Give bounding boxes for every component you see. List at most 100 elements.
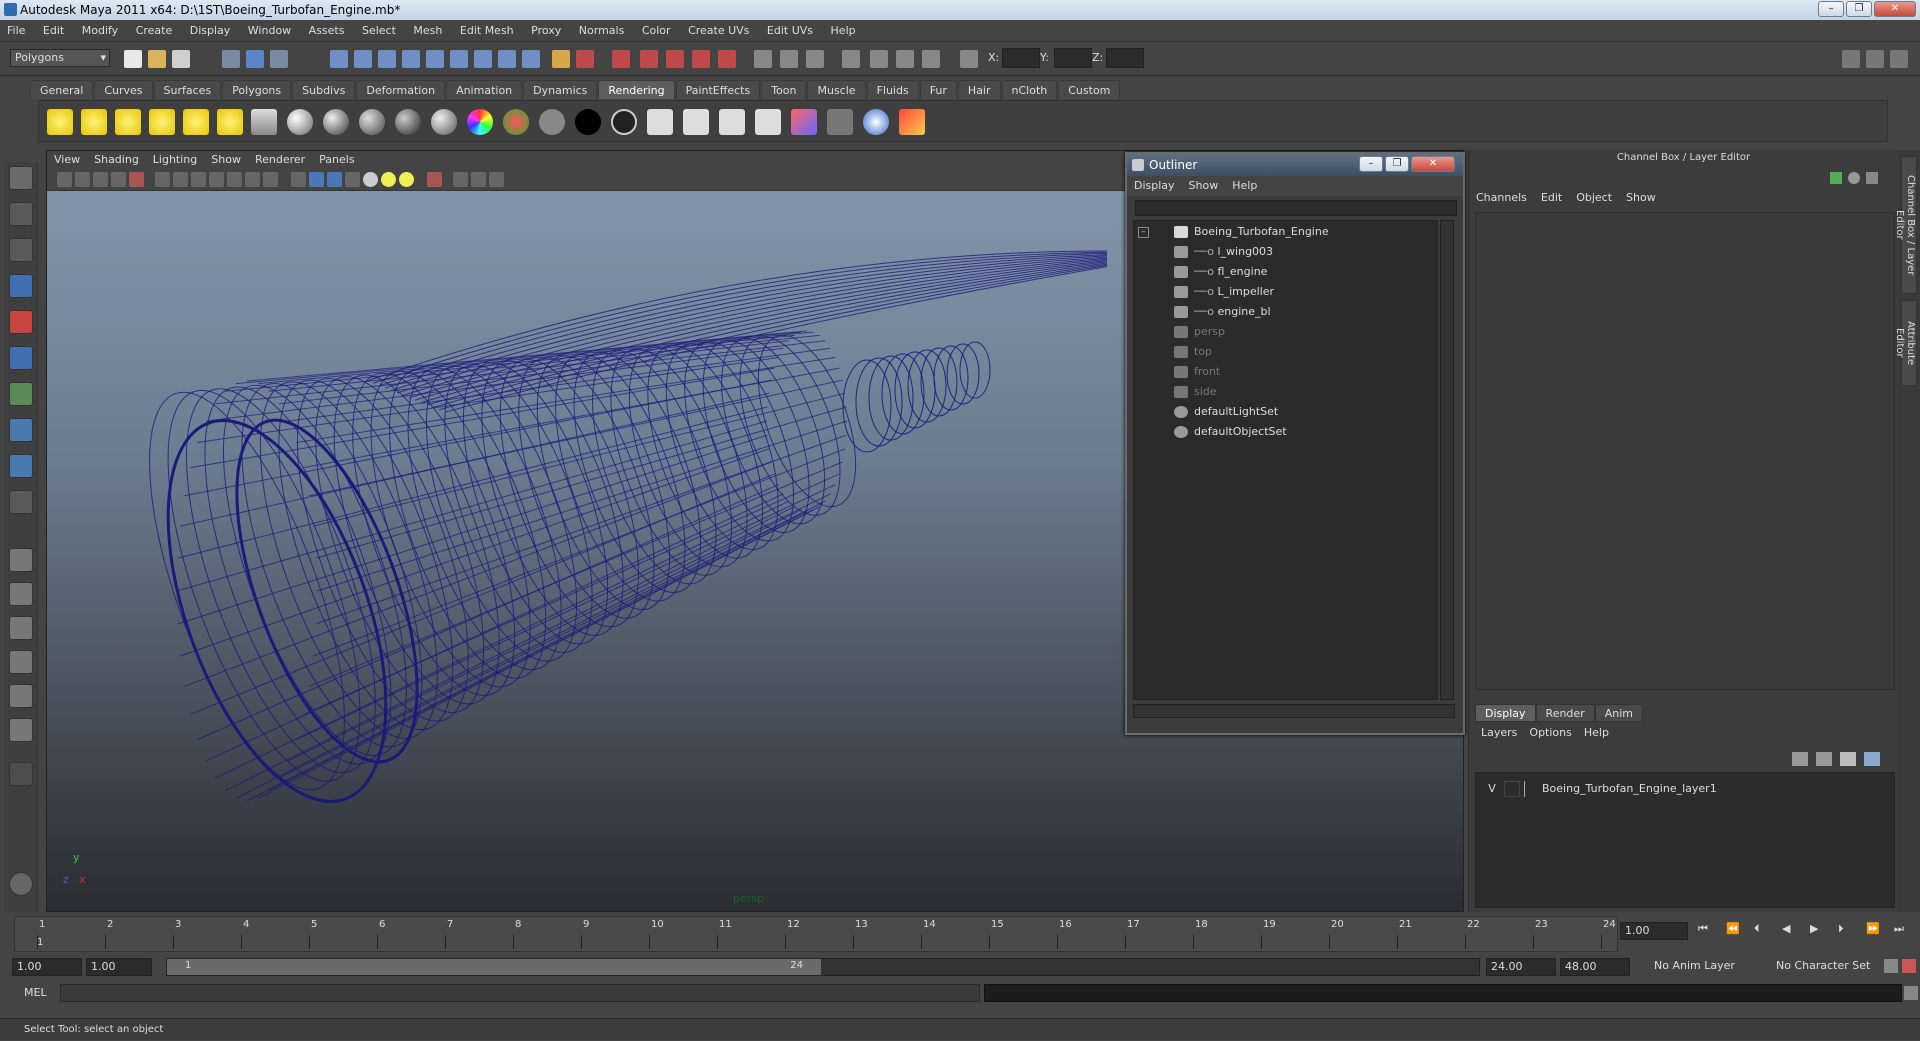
- wireframe-icon[interactable]: [291, 172, 306, 187]
- select-misc-icon[interactable]: [498, 50, 516, 68]
- hand-icon[interactable]: [9, 872, 33, 896]
- playback-start-field[interactable]: 1.00: [86, 958, 152, 976]
- gate-mask-icon[interactable]: [209, 172, 224, 187]
- save-scene-icon[interactable]: [172, 50, 190, 68]
- input-line-icon[interactable]: [922, 50, 940, 68]
- ambient-light-icon[interactable]: [47, 109, 73, 135]
- use-background-icon[interactable]: [575, 109, 601, 135]
- new-scene-icon[interactable]: [124, 50, 142, 68]
- mel-label[interactable]: MEL: [24, 986, 47, 999]
- select-hierarchy-icon[interactable]: [222, 50, 240, 68]
- camera-select-icon[interactable]: [57, 172, 72, 187]
- lock-icon[interactable]: [552, 50, 570, 68]
- outliner-item-engine-bl[interactable]: ──o engine_bl: [1174, 303, 1271, 321]
- shadows-icon[interactable]: [399, 172, 414, 187]
- volume-light-icon[interactable]: [217, 109, 243, 135]
- outliner-restore-button[interactable]: ❐: [1385, 156, 1409, 172]
- layout-options-icon[interactable]: [9, 762, 33, 786]
- shelf-tab-general[interactable]: General: [30, 80, 94, 99]
- outliner-item-default-light-set[interactable]: defaultLightSet: [1174, 403, 1278, 421]
- shelf-tab-surfaces[interactable]: Surfaces: [153, 80, 222, 99]
- outliner-item-boeing-turbofan-engine[interactable]: Boeing_Turbofan_Engine: [1174, 223, 1329, 241]
- shelf-tab-subdivs[interactable]: Subdivs: [292, 80, 356, 99]
- outliner-horizontal-scrollbar[interactable]: [1133, 704, 1455, 718]
- manipulator-tool-icon[interactable]: [9, 382, 33, 406]
- point-light-icon[interactable]: [115, 109, 141, 135]
- shelf-tab-painteffects[interactable]: PaintEffects: [675, 80, 761, 99]
- directional-light-icon[interactable]: [81, 109, 107, 135]
- shelf-tab-animation[interactable]: Animation: [446, 80, 523, 99]
- step-forward-frame-icon[interactable]: ⏵: [1838, 922, 1856, 940]
- pin-icon[interactable]: [1866, 172, 1878, 184]
- absolute-transform-icon[interactable]: [960, 50, 978, 68]
- layer-row[interactable]: V Boeing_Turbofan_Engine_layer1: [1476, 781, 1894, 799]
- xray-components-icon[interactable]: [489, 172, 504, 187]
- vp-menu-renderer[interactable]: Renderer: [248, 151, 312, 169]
- vp-menu-shading[interactable]: Shading: [87, 151, 146, 169]
- two-d-pan-icon[interactable]: [129, 172, 144, 187]
- two-pane-layout-icon[interactable]: [9, 616, 33, 640]
- outliner-item-l-wing003[interactable]: ──o l_wing003: [1174, 243, 1273, 261]
- safe-action-icon[interactable]: [245, 172, 260, 187]
- construction-history-icon[interactable]: [754, 50, 772, 68]
- ipr-render-shelf-icon[interactable]: [683, 109, 709, 135]
- rotate-tool-icon[interactable]: [9, 310, 33, 334]
- snap-view-plane-icon[interactable]: [692, 50, 710, 68]
- textured-icon[interactable]: [345, 172, 360, 187]
- shelf-tab-deformation[interactable]: Deformation: [356, 80, 446, 99]
- select-handle-icon[interactable]: [330, 50, 348, 68]
- move-tool-icon[interactable]: [9, 274, 33, 298]
- character-set-selector[interactable]: No Character Set: [1772, 958, 1882, 976]
- go-to-end-icon[interactable]: ⏭: [1894, 922, 1912, 940]
- cb-menu-show[interactable]: Show: [1619, 188, 1663, 208]
- mode-selector[interactable]: Polygons ▾: [10, 49, 110, 67]
- shelf-tab-curves[interactable]: Curves: [94, 80, 153, 99]
- material-sphere-icon[interactable]: [863, 109, 889, 135]
- outliner-close-button[interactable]: ✕: [1411, 156, 1455, 172]
- make-live-icon[interactable]: [718, 50, 736, 68]
- render-current-frame-icon[interactable]: [647, 109, 673, 135]
- key-icon[interactable]: [1830, 172, 1842, 184]
- shelf-tab-polygons[interactable]: Polygons: [222, 80, 292, 99]
- render-settings-shelf-icon[interactable]: [827, 109, 853, 135]
- vp-menu-show[interactable]: Show: [204, 151, 248, 169]
- vp-menu-lighting[interactable]: Lighting: [146, 151, 204, 169]
- layered-sphere-icon[interactable]: [503, 109, 529, 135]
- le-menu-layers[interactable]: Layers: [1475, 724, 1523, 742]
- menu-create[interactable]: Create: [129, 20, 180, 42]
- menu-display[interactable]: Display: [183, 20, 238, 42]
- shelf-tab-muscle[interactable]: Muscle: [807, 80, 866, 99]
- shelf-tab-hair[interactable]: Hair: [957, 80, 1001, 99]
- layer-visibility-toggle[interactable]: V: [1484, 781, 1500, 797]
- select-render-icon[interactable]: [474, 50, 492, 68]
- last-tool-icon[interactable]: [9, 490, 33, 514]
- select-object-icon[interactable]: [246, 50, 264, 68]
- side-tab-attribute-editor[interactable]: Attribute Editor: [1894, 300, 1917, 386]
- lasso-tool-icon[interactable]: [9, 202, 33, 226]
- menu-help[interactable]: Help: [824, 20, 863, 42]
- menu-proxy[interactable]: Proxy: [524, 20, 568, 42]
- field-chart-icon[interactable]: [227, 172, 242, 187]
- animation-preferences-icon[interactable]: [1902, 959, 1916, 973]
- shading-map-icon[interactable]: [611, 109, 637, 135]
- select-surface-icon[interactable]: [402, 50, 420, 68]
- cb-menu-object[interactable]: Object: [1569, 188, 1619, 208]
- menu-select[interactable]: Select: [355, 20, 403, 42]
- z-field[interactable]: [1106, 48, 1144, 68]
- open-scene-icon[interactable]: [148, 50, 166, 68]
- outliner-vertical-scrollbar[interactable]: [1440, 220, 1454, 700]
- layer-tab-display[interactable]: Display: [1475, 704, 1536, 722]
- step-forward-key-icon[interactable]: ⏩: [1866, 922, 1884, 940]
- outliner-item-persp[interactable]: persp: [1174, 323, 1225, 341]
- render-view-shelf-icon[interactable]: [755, 109, 781, 135]
- safe-title-icon[interactable]: [263, 172, 278, 187]
- layer-color-swatch[interactable]: [1524, 781, 1536, 797]
- toggle-attribute-editor-icon[interactable]: [1842, 50, 1860, 68]
- le-menu-help[interactable]: Help: [1578, 724, 1615, 742]
- anim-layer-selector[interactable]: No Anim Layer: [1650, 958, 1762, 976]
- four-pane-layout-icon[interactable]: [9, 582, 33, 606]
- layer-move-down-icon[interactable]: [1864, 752, 1880, 766]
- spot-light-icon[interactable]: [149, 109, 175, 135]
- show-manipulator-tool-icon[interactable]: [9, 454, 33, 478]
- range-slider[interactable]: 1 24: [166, 958, 1480, 976]
